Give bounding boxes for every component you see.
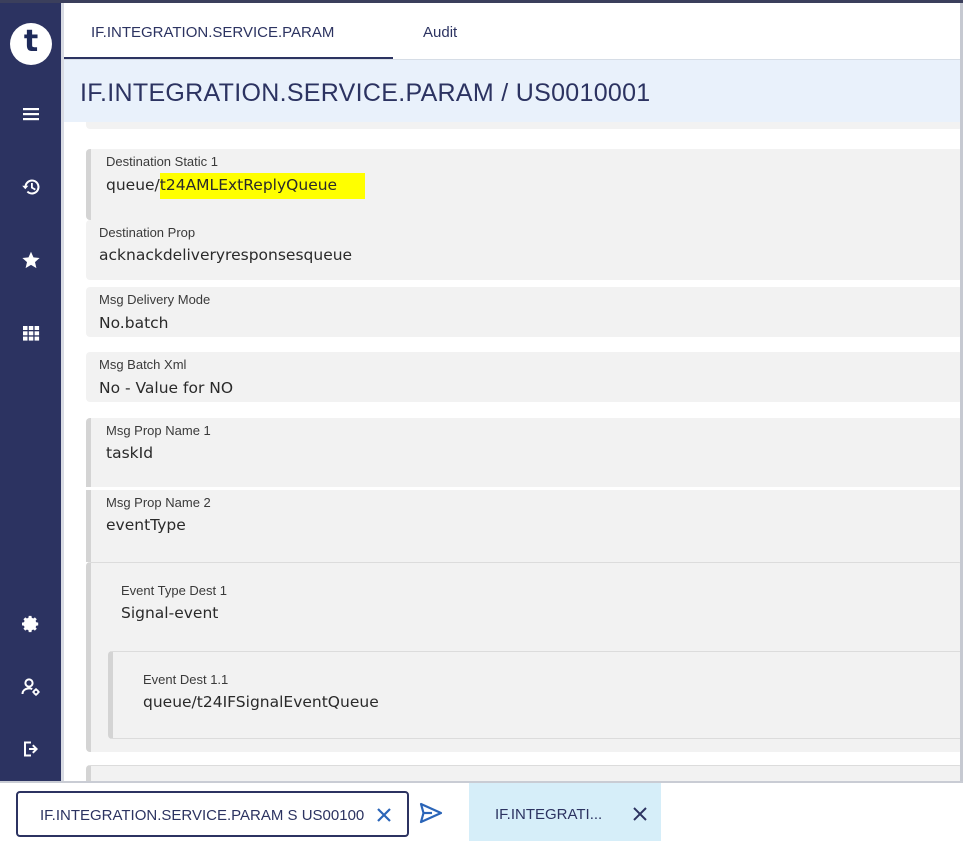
open-record-tab-label: IF.INTEGRATI...	[495, 806, 603, 823]
grid-icon[interactable]	[18, 320, 44, 346]
field-value[interactable]: eventType	[106, 516, 186, 534]
field-value[interactable]: Signal-event	[121, 604, 218, 622]
field-label: Event Type Dest 1	[121, 583, 227, 598]
field-label: Destination Static 1	[106, 154, 219, 169]
field-destination-static-1: Destination Static 1 queue/t24AMLExtRepl…	[86, 149, 963, 220]
previous-field-card	[86, 122, 963, 129]
value-prefix: queue/	[106, 176, 160, 194]
send-icon[interactable]	[419, 802, 443, 824]
field-msg-batch-xml: Msg Batch Xml No - Value for NO	[86, 352, 963, 402]
user-settings-icon[interactable]	[18, 674, 44, 700]
group-border	[86, 490, 91, 562]
field-label: Destination Prop	[99, 225, 196, 240]
field-label: Event Dest 1.1	[143, 672, 229, 687]
field-label: Msg Prop Name 2	[106, 495, 211, 510]
record-content[interactable]: Destination Static 1 queue/t24AMLExtRepl…	[64, 122, 963, 781]
bottom-bar: IF.INTEGRATION.SERVICE.PARAM S US0010001…	[0, 781, 963, 841]
tab-service-param[interactable]: IF.INTEGRATION.SERVICE.PARAM	[91, 3, 334, 59]
field-value[interactable]: taskId	[106, 444, 153, 462]
open-record-tab[interactable]: IF.INTEGRATI...	[469, 783, 661, 841]
field-label: Msg Batch Xml	[99, 357, 187, 372]
clear-icon[interactable]	[374, 805, 394, 825]
history-icon[interactable]	[18, 174, 44, 200]
field-value[interactable]: No - Value for NO	[99, 379, 233, 397]
star-icon[interactable]	[18, 247, 44, 273]
tab-audit[interactable]: Audit	[423, 3, 457, 59]
highlighted-value: t24AMLExtReplyQueue	[159, 173, 366, 199]
group-divider	[86, 487, 963, 490]
tab-bar: IF.INTEGRATION.SERVICE.PARAM Audit	[64, 3, 963, 60]
field-value[interactable]: No.batch	[99, 314, 169, 332]
page-title: IF.INTEGRATION.SERVICE.PARAM / US0010001	[80, 79, 651, 107]
command-input[interactable]: IF.INTEGRATION.SERVICE.PARAM S US0010001	[16, 791, 409, 837]
settings-icon[interactable]	[18, 612, 44, 638]
field-value[interactable]: queue/t24AMLExtReplyQueue	[106, 173, 366, 199]
logout-icon[interactable]	[18, 736, 44, 762]
page-header: IF.INTEGRATION.SERVICE.PARAM / US0010001	[64, 59, 963, 122]
logo-t-icon: t	[23, 24, 39, 59]
field-label: Msg Prop Name 1	[106, 423, 211, 438]
menu-icon[interactable]	[18, 101, 44, 127]
field-group-event-dest: Event Dest 1.1 queue/t24IFSignalEventQue…	[108, 651, 963, 739]
field-value[interactable]: queue/t24IFSignalEventQueue	[143, 693, 379, 711]
field-group-event-type-dest: Event Type Dest 1 Signal-event Event Des…	[86, 562, 963, 752]
app-logo[interactable]: t	[10, 23, 52, 65]
command-input-text[interactable]: IF.INTEGRATION.SERVICE.PARAM S US0010001	[40, 807, 364, 824]
field-group-msg-prop: Msg Prop Name 1 taskId Msg Prop Name 2 e…	[86, 418, 963, 562]
field-label: Msg Delivery Mode	[99, 292, 211, 307]
field-destination-prop: Destination Prop acknackdeliveryresponse…	[86, 220, 963, 280]
field-value[interactable]: acknackdeliveryresponsesqueue	[99, 246, 352, 264]
sidebar: t	[0, 3, 61, 781]
next-field-card	[86, 765, 963, 781]
field-msg-delivery-mode: Msg Delivery Mode No.batch	[86, 287, 963, 337]
close-icon[interactable]	[630, 804, 650, 824]
